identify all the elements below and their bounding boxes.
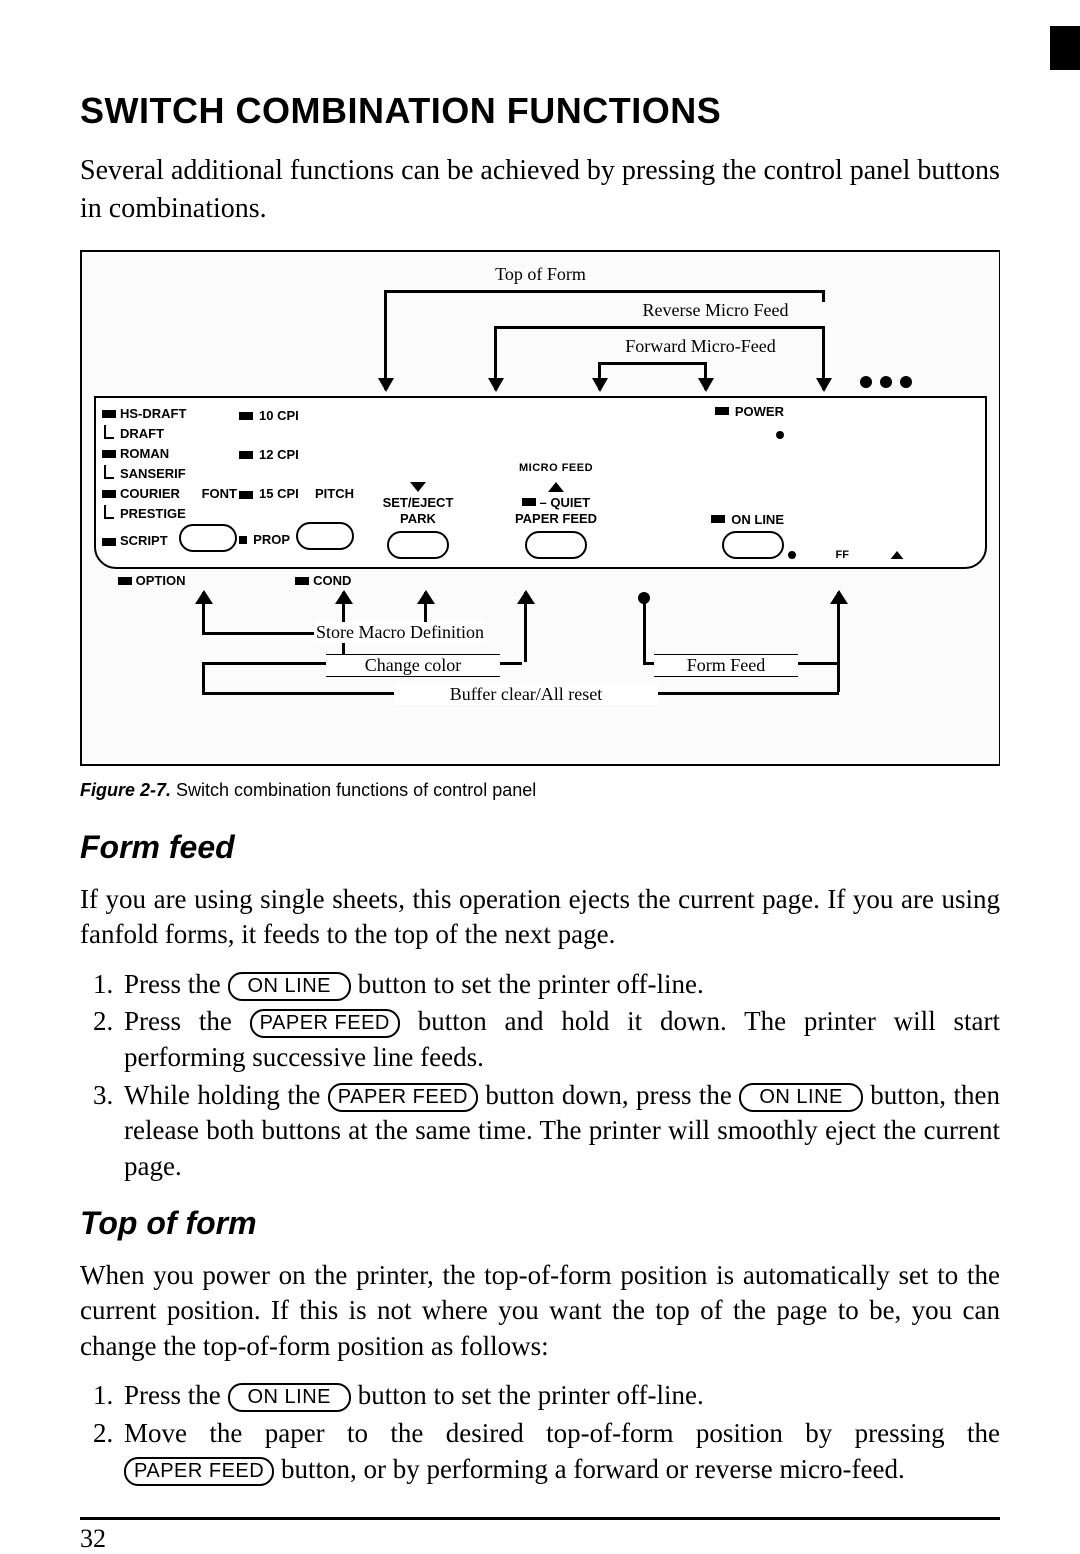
- heading-form-feed: Form feed: [80, 829, 1000, 866]
- keycap-online: ON LINE: [739, 1083, 863, 1112]
- label-store-macro: Store Macro Definition: [314, 622, 486, 643]
- micro-feed-label: MICRO FEED: [519, 462, 593, 474]
- keycap-online: ON LINE: [228, 1383, 352, 1412]
- font-roman: ROMAN: [120, 444, 169, 464]
- keycap-paper-feed: PAPER FEED: [124, 1457, 274, 1486]
- micro-feed-down-icon: [410, 482, 426, 492]
- font-hs-draft: HS-DRAFT: [120, 404, 186, 424]
- top-of-form-intro: When you power on the printer, the top-o…: [80, 1258, 1000, 1365]
- top-of-form-step-2: Move the paper to the desired top-of-for…: [120, 1416, 1000, 1487]
- font-button-label: FONT: [202, 484, 237, 504]
- micro-feed-up-icon: [548, 482, 564, 492]
- online-button[interactable]: [722, 531, 784, 559]
- font-draft: DRAFT: [120, 424, 164, 444]
- paper-feed-button[interactable]: [525, 531, 587, 559]
- option-label: OPTION: [136, 573, 186, 588]
- control-panel: HS-DRAFT DRAFT ROMAN SANSERIF COURIER FO…: [94, 396, 987, 569]
- form-feed-steps: Press the ON LINE button to set the prin…: [80, 967, 1000, 1185]
- figure-caption: Figure 2-7. Switch combination functions…: [80, 780, 1000, 801]
- pitch-12cpi: 12 CPI: [259, 443, 299, 468]
- label-forward-micro-feed: Forward Micro-Feed: [534, 336, 867, 357]
- font-button[interactable]: [179, 524, 237, 552]
- set-eject-button[interactable]: [387, 531, 449, 559]
- form-feed-step-3: While holding the PAPER FEED button down…: [120, 1078, 1000, 1185]
- pitch-10cpi: 10 CPI: [259, 404, 299, 429]
- pitch-list: 10 CPI 12 CPI 15 CPI PITCH PROP: [239, 404, 354, 559]
- label-reverse-micro-feed: Reverse Micro Feed: [504, 300, 927, 321]
- pitch-button[interactable]: [296, 522, 354, 550]
- set-eject-label: SET/EJECT: [383, 496, 454, 510]
- quiet-label: QUIET: [550, 495, 590, 510]
- keycap-paper-feed: PAPER FEED: [250, 1009, 400, 1038]
- font-courier: COURIER: [120, 484, 180, 504]
- footer-rule: [80, 1517, 1000, 1520]
- figure-caption-number: Figure 2-7.: [80, 780, 171, 800]
- keycap-paper-feed: PAPER FEED: [328, 1083, 478, 1112]
- form-feed-intro: If you are using single sheets, this ope…: [80, 882, 1000, 953]
- paper-feed-label: PAPER FEED: [515, 512, 597, 526]
- font-prestige: PRESTIGE: [120, 504, 186, 524]
- heading-top-of-form: Top of form: [80, 1205, 1000, 1242]
- cond-label: COND: [313, 573, 351, 588]
- power-label: POWER: [735, 404, 784, 419]
- keycap-online: ON LINE: [228, 972, 352, 1001]
- ff-label: FF: [836, 549, 849, 561]
- font-script: SCRIPT: [120, 531, 168, 551]
- online-label: ON LINE: [731, 512, 784, 527]
- label-top-of-form: Top of Form: [94, 264, 987, 285]
- top-of-form-step-1: Press the ON LINE button to set the prin…: [120, 1378, 1000, 1414]
- form-feed-step-2: Press the PAPER FEED button and hold it …: [120, 1004, 1000, 1075]
- intro-paragraph: Several additional functions can be achi…: [80, 152, 1000, 228]
- label-buffer-clear: Buffer clear/All reset: [394, 684, 658, 705]
- park-label: PARK: [400, 512, 436, 526]
- pitch-prop: PROP: [253, 528, 290, 553]
- scan-corner-mark: [1050, 26, 1080, 70]
- pitch-15cpi: 15 CPI: [259, 482, 299, 507]
- document-page: SWITCH COMBINATION FUNCTIONS Several add…: [0, 0, 1080, 1533]
- pitch-button-label: PITCH: [315, 482, 354, 507]
- figure-panel-diagram: Top of Form Reverse Micro Feed Forward M…: [80, 250, 1000, 766]
- ff-arrow-icon: [891, 551, 904, 559]
- page-title: SWITCH COMBINATION FUNCTIONS: [80, 90, 1000, 132]
- top-of-form-steps: Press the ON LINE button to set the prin…: [80, 1378, 1000, 1487]
- label-change-color: Change color: [326, 654, 500, 677]
- dot-icon: [788, 551, 796, 559]
- page-number: 32: [80, 1524, 1000, 1554]
- font-sanserif: SANSERIF: [120, 464, 186, 484]
- font-list: HS-DRAFT DRAFT ROMAN SANSERIF COURIER FO…: [102, 404, 237, 559]
- label-form-feed: Form Feed: [654, 654, 798, 677]
- form-feed-step-1: Press the ON LINE button to set the prin…: [120, 967, 1000, 1003]
- figure-caption-text: Switch combination functions of control …: [171, 780, 536, 800]
